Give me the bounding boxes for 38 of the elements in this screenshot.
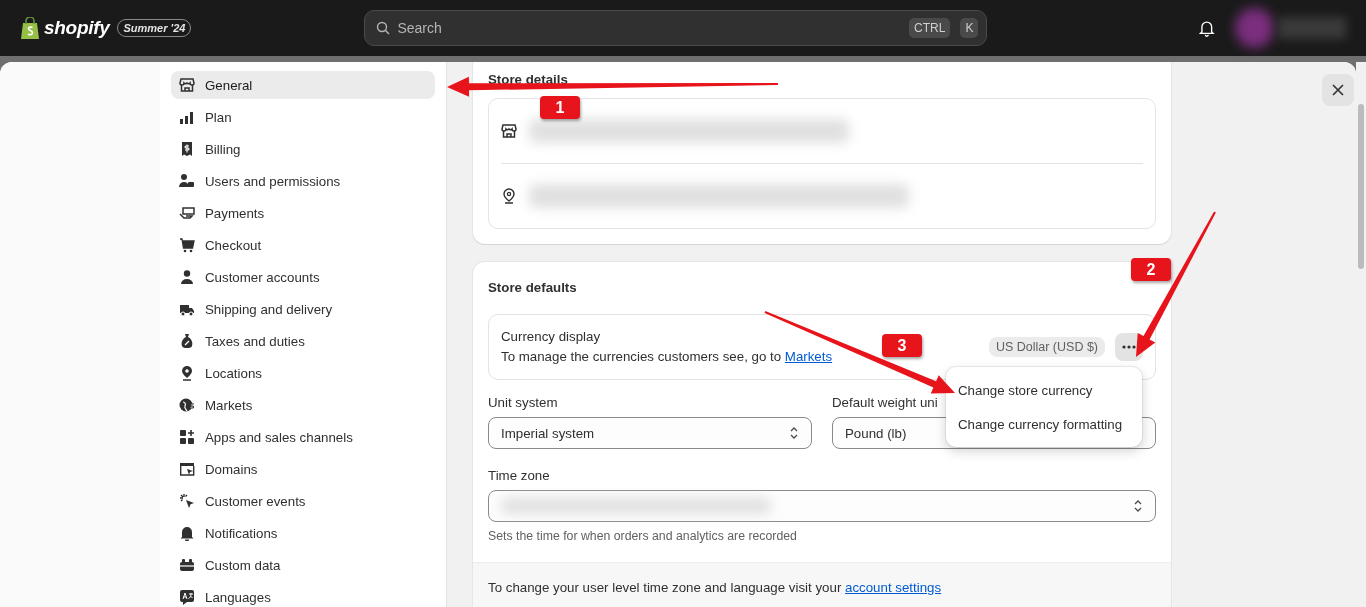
sidebar-item[interactable]: Checkout [171, 231, 435, 259]
sidebar-item[interactable]: Users and permissions [171, 167, 435, 195]
sidebar-item[interactable]: Customer events [171, 487, 435, 515]
search-field[interactable]: Search CTRL K [364, 10, 988, 46]
logo-text: shopify [44, 17, 110, 39]
sidebar-item[interactable]: Domains [171, 455, 435, 483]
menu-item[interactable]: Change store currency [946, 373, 1142, 407]
shortcut-key: K [960, 18, 979, 38]
sidebar-item[interactable]: Notifications [171, 519, 435, 547]
sidebar-item[interactable]: Taxes and duties [171, 327, 435, 355]
step-number: 3 [882, 334, 922, 357]
sidebar-item[interactable]: Markets [171, 391, 435, 419]
sidebar-item[interactable]: Shipping and delivery [171, 295, 435, 323]
field-label: Time zone [488, 467, 551, 485]
currency-badge: US Dollar (USD $) [988, 337, 1105, 357]
sidebar-item[interactable]: Customer accounts [171, 263, 435, 291]
sidebar-item[interactable]: Payments [171, 199, 435, 227]
sidebar-item[interactable]: Apps and sales channels [171, 423, 435, 451]
sidebar-item[interactable]: Locations [171, 359, 435, 387]
helper-text: To manage the currencies customers see, go to Markets [501, 348, 834, 366]
menu-item[interactable]: Change currency formatting [946, 407, 1142, 441]
select-field[interactable]: Imperial system [488, 417, 812, 449]
shortcut-key: CTRL [909, 18, 951, 38]
field-label: Unit system [488, 394, 559, 412]
markets-link[interactable]: Markets [784, 349, 833, 364]
footer-text: To change your user level time zone and language visit your account settings [488, 579, 943, 597]
field-label: Default weight uni [832, 394, 939, 412]
field-label: Currency display [501, 328, 601, 346]
sidebar-item[interactable]: Custom data [171, 551, 435, 579]
step-number: 1 [540, 96, 580, 119]
helper-text: Sets the time for when orders and analytics are recorded [488, 528, 798, 544]
sidebar-item[interactable]: General [171, 71, 435, 99]
section-title: Store defaults [488, 279, 577, 297]
sidebar-item[interactable]: Billing [171, 135, 435, 163]
step-number: 2 [1131, 258, 1171, 281]
sidebar-item[interactable]: Plan [171, 103, 435, 131]
account-settings-link[interactable]: account settings [845, 580, 942, 595]
sidebar-item[interactable]: Languages [171, 583, 435, 607]
